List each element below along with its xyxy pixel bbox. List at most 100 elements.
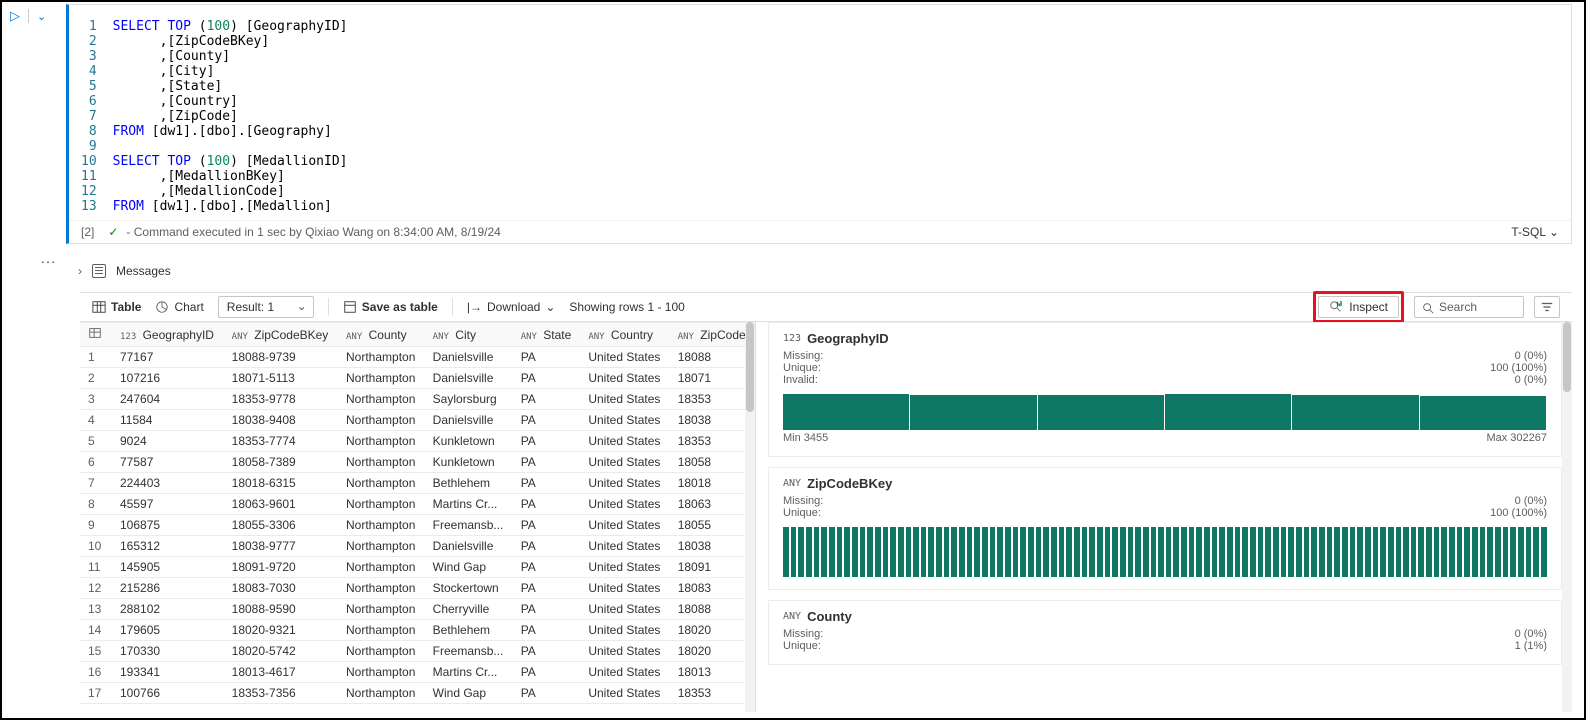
cell[interactable]: 288102 (112, 599, 224, 620)
cell[interactable]: Northampton (338, 536, 425, 557)
cell[interactable]: 77167 (112, 347, 224, 368)
cell[interactable]: 193341 (112, 662, 224, 683)
table-row[interactable]: 1016531218038-9777NorthamptonDanielsvill… (80, 536, 755, 557)
cell[interactable]: 18083 (670, 578, 755, 599)
table-row[interactable]: 210721618071-5113NorthamptonDanielsville… (80, 368, 755, 389)
cell[interactable]: 18020-5742 (224, 641, 338, 662)
cell[interactable]: 179605 (112, 620, 224, 641)
cell[interactable]: United States (580, 368, 669, 389)
cell[interactable]: 18088-9590 (224, 599, 338, 620)
cell[interactable]: Northampton (338, 620, 425, 641)
cell[interactable]: United States (580, 599, 669, 620)
cell[interactable]: Saylorsburg (425, 389, 513, 410)
cell[interactable]: Danielsville (425, 410, 513, 431)
cell[interactable]: 215286 (112, 578, 224, 599)
cell[interactable]: 18071-5113 (224, 368, 338, 389)
cell[interactable]: United States (580, 389, 669, 410)
cell[interactable]: Northampton (338, 368, 425, 389)
cell[interactable]: 170330 (112, 641, 224, 662)
cell[interactable]: Danielsville (425, 347, 513, 368)
cell[interactable]: 18088 (670, 599, 755, 620)
cell[interactable]: 18055 (670, 515, 755, 536)
cell[interactable]: 18353 (670, 389, 755, 410)
cell[interactable]: Northampton (338, 599, 425, 620)
cell[interactable]: United States (580, 452, 669, 473)
table-row[interactable]: 84559718063-9601NorthamptonMartins Cr...… (80, 494, 755, 515)
cell[interactable]: Northampton (338, 578, 425, 599)
cell-more-menu[interactable]: … (40, 250, 56, 268)
cell[interactable]: 224403 (112, 473, 224, 494)
cell[interactable]: 18353 (670, 683, 755, 704)
cell[interactable]: 18055-3306 (224, 515, 338, 536)
cell[interactable]: 18353-7774 (224, 431, 338, 452)
cell[interactable]: United States (580, 662, 669, 683)
cell[interactable]: 18038 (670, 536, 755, 557)
cell[interactable]: Martins Cr... (425, 494, 513, 515)
cell[interactable]: PA (513, 410, 581, 431)
cell[interactable]: 18071 (670, 368, 755, 389)
cell[interactable]: 107216 (112, 368, 224, 389)
cell[interactable]: 18038-9408 (224, 410, 338, 431)
cell[interactable]: PA (513, 641, 581, 662)
cell[interactable]: PA (513, 515, 581, 536)
cell[interactable]: 18353 (670, 431, 755, 452)
cell[interactable]: Kunkletown (425, 452, 513, 473)
cell[interactable]: PA (513, 452, 581, 473)
cell[interactable]: Bethlehem (425, 620, 513, 641)
view-chart-button[interactable]: Chart (155, 300, 203, 314)
cell[interactable]: Freemansb... (425, 641, 513, 662)
cell[interactable]: Freemansb... (425, 515, 513, 536)
table-row[interactable]: 5902418353-7774NorthamptonKunkletownPAUn… (80, 431, 755, 452)
table-row[interactable]: 41158418038-9408NorthamptonDanielsvilleP… (80, 410, 755, 431)
cell[interactable]: United States (580, 578, 669, 599)
cell[interactable]: 18038 (670, 410, 755, 431)
cell[interactable]: PA (513, 578, 581, 599)
sql-editor-cell[interactable]: 12345678910111213 SELECT TOP (100) [Geog… (66, 4, 1572, 244)
cell[interactable]: United States (580, 641, 669, 662)
cell[interactable]: PA (513, 368, 581, 389)
table-row[interactable]: 17716718088-9739NorthamptonDanielsvilleP… (80, 347, 755, 368)
cell[interactable]: Bethlehem (425, 473, 513, 494)
column-header[interactable]: ANY ZipCode (670, 323, 755, 347)
cell[interactable]: United States (580, 683, 669, 704)
cell[interactable]: Wind Gap (425, 557, 513, 578)
cell[interactable]: 18091-9720 (224, 557, 338, 578)
table-row[interactable]: 1619334118013-4617NorthamptonMartins Cr.… (80, 662, 755, 683)
inspect-scrollbar[interactable] (1562, 322, 1572, 712)
cell[interactable]: Wind Gap (425, 683, 513, 704)
cell[interactable]: Stockertown (425, 578, 513, 599)
cell[interactable]: 45597 (112, 494, 224, 515)
table-row[interactable]: 1221528618083-7030NorthamptonStockertown… (80, 578, 755, 599)
cell[interactable]: 18091 (670, 557, 755, 578)
table-row[interactable]: 1417960518020-9321NorthamptonBethlehemPA… (80, 620, 755, 641)
cell[interactable]: United States (580, 515, 669, 536)
cell[interactable]: 18020 (670, 641, 755, 662)
cell[interactable]: 18038-9777 (224, 536, 338, 557)
cell[interactable]: Northampton (338, 347, 425, 368)
cell[interactable]: PA (513, 473, 581, 494)
run-cell-button[interactable]: ▷ (10, 8, 20, 24)
cell[interactable]: 145905 (112, 557, 224, 578)
cell[interactable]: 9024 (112, 431, 224, 452)
cell[interactable]: Northampton (338, 410, 425, 431)
table-row[interactable]: 722440318018-6315NorthamptonBethlehemPAU… (80, 473, 755, 494)
cell[interactable]: PA (513, 557, 581, 578)
cell[interactable]: 18058 (670, 452, 755, 473)
column-header[interactable]: ANY City (425, 323, 513, 347)
table-scrollbar[interactable] (745, 322, 755, 712)
cell[interactable]: 77587 (112, 452, 224, 473)
cell[interactable]: 18013 (670, 662, 755, 683)
cell[interactable]: 11584 (112, 410, 224, 431)
column-header[interactable]: 123 GeographyID (112, 323, 224, 347)
cell[interactable]: Northampton (338, 683, 425, 704)
cell[interactable]: Northampton (338, 473, 425, 494)
table-row[interactable]: 67758718058-7389NorthamptonKunkletownPAU… (80, 452, 755, 473)
results-table[interactable]: 123 GeographyIDANY ZipCodeBKeyANY County… (80, 322, 755, 704)
cell[interactable]: United States (580, 431, 669, 452)
cell[interactable]: Northampton (338, 452, 425, 473)
cell[interactable]: United States (580, 536, 669, 557)
result-set-selector[interactable]: Result: 1 (218, 296, 314, 318)
column-header[interactable]: ANY State (513, 323, 581, 347)
cell[interactable]: Danielsville (425, 368, 513, 389)
table-row[interactable]: 324760418353-9778NorthamptonSaylorsburgP… (80, 389, 755, 410)
